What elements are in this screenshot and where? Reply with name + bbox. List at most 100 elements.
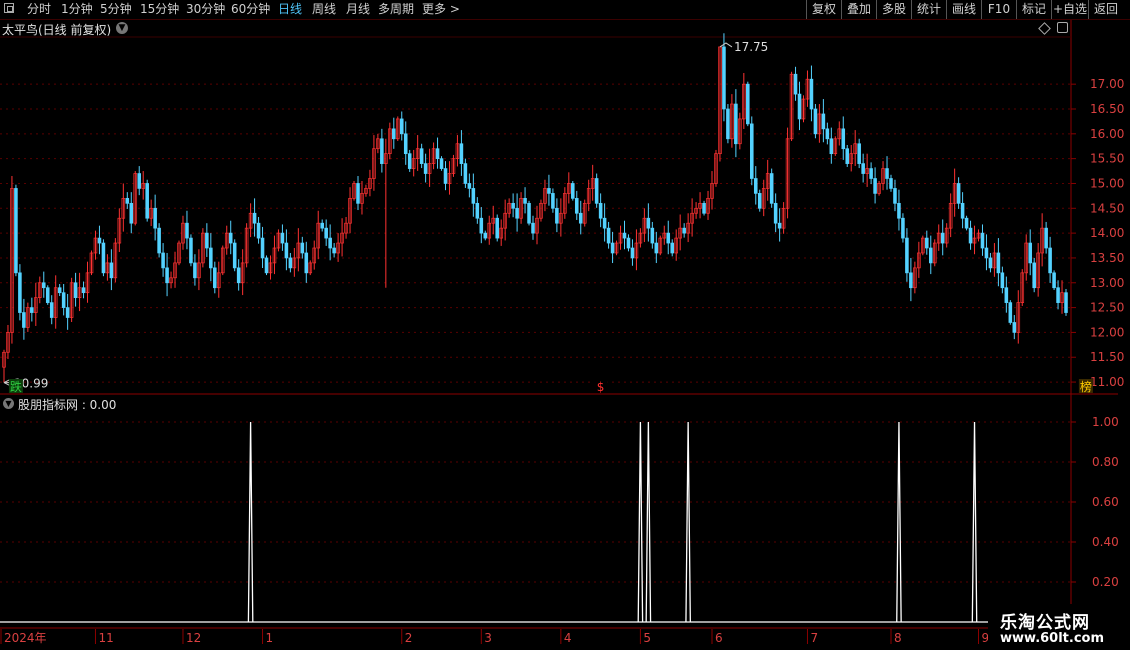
candle-body	[14, 188, 18, 274]
candle-body	[905, 237, 909, 274]
candle-body	[571, 183, 575, 199]
draw-line-button[interactable]: 画线	[946, 0, 981, 19]
candle-body	[328, 237, 332, 249]
candle-body	[511, 202, 515, 209]
period-tab-15min[interactable]: 15分钟	[140, 2, 179, 17]
candle-body	[193, 262, 197, 279]
period-tab-30min[interactable]: 30分钟	[186, 2, 225, 17]
candlestick-series: 17.7510.99	[2, 33, 1068, 391]
candle-body	[594, 178, 599, 204]
period-tab-multi[interactable]: 多周期	[378, 2, 414, 17]
period-tab-5min[interactable]: 5分钟	[100, 2, 132, 17]
period-tab-fenshi[interactable]: 分时	[27, 2, 51, 17]
candle-body	[236, 267, 241, 284]
candle-body	[531, 222, 535, 234]
fuquan-button[interactable]: 复权	[806, 0, 841, 19]
candle-body	[392, 128, 396, 140]
candle-body	[893, 188, 897, 204]
candle-body	[996, 252, 1001, 274]
candle-body	[757, 193, 762, 209]
candle-body	[205, 232, 209, 249]
candle-body	[475, 202, 480, 219]
candle-body	[940, 232, 945, 244]
chevron-down-icon[interactable]: ▼	[116, 22, 128, 34]
time-tick-label: 4	[564, 631, 572, 645]
indicator-title: 股朋指标网 : 0.00	[18, 398, 117, 412]
time-axis: 2024年1112123456789101112123	[0, 629, 1076, 645]
candle-body	[45, 287, 50, 303]
candle-body	[165, 267, 169, 284]
candle-body	[419, 148, 424, 164]
window-icon[interactable]	[4, 3, 14, 13]
candle-body	[304, 252, 309, 274]
period-tab-weekly[interactable]: 周线	[312, 2, 336, 17]
back-button[interactable]: 返回	[1088, 0, 1123, 19]
time-tick-label: 2	[405, 631, 413, 645]
candle-body	[320, 222, 324, 229]
candle-body	[626, 237, 631, 249]
time-tick-label: 6	[715, 631, 723, 645]
candle-body	[97, 237, 102, 244]
candle-body	[622, 232, 627, 239]
candle-body	[1056, 287, 1060, 303]
candle-body	[49, 302, 54, 318]
indicator-spike	[645, 421, 652, 623]
candle-body	[702, 202, 706, 214]
candle-body	[578, 212, 583, 224]
candle-body	[861, 163, 865, 174]
candle-body	[813, 108, 818, 135]
overlay-button[interactable]: 叠加	[841, 0, 876, 19]
grid	[0, 19, 1118, 629]
candle-body	[928, 247, 933, 264]
candle-body	[260, 237, 265, 259]
candle-body	[527, 202, 531, 224]
candle-body	[101, 242, 106, 274]
chevron-down-icon[interactable]: ▼	[3, 398, 14, 409]
time-tick-label: 5	[643, 631, 651, 645]
period-tab-1min[interactable]: 1分钟	[61, 2, 93, 17]
event-marker: 跌	[10, 379, 22, 394]
candle-body	[439, 158, 444, 169]
panel-toggle-icon[interactable]	[1057, 22, 1068, 33]
price-axis: 17.0016.5016.0015.5015.0014.5014.0013.50…	[1071, 77, 1124, 589]
candle-body	[228, 232, 233, 244]
candle-body	[602, 217, 607, 229]
chart-canvas[interactable]: 17.7510.99 17.0016.5016.0015.5015.0014.5…	[0, 0, 1130, 650]
candle-body	[443, 168, 448, 184]
mark-button[interactable]: 标记	[1016, 0, 1051, 19]
candle-body	[841, 128, 846, 150]
candle-body	[65, 307, 70, 318]
candle-body	[356, 183, 360, 204]
candle-body	[988, 257, 993, 269]
candle-body	[682, 227, 686, 234]
candle-body	[574, 198, 579, 214]
candle-body	[288, 257, 293, 269]
candle-body	[81, 287, 86, 294]
candle-body	[829, 138, 834, 155]
time-tick-label: 12	[186, 631, 201, 645]
candle-body	[264, 257, 269, 274]
stats-button[interactable]: 统计	[911, 0, 946, 19]
multi-stock-button[interactable]: 多股	[876, 0, 911, 19]
candle-body	[109, 262, 114, 279]
candle-body	[960, 202, 965, 219]
candle-body	[129, 202, 134, 224]
period-tab-daily[interactable]: 日线	[278, 2, 302, 17]
side-panel-edge[interactable]	[1118, 19, 1130, 609]
candle-body	[73, 282, 78, 299]
candle-body	[324, 227, 328, 239]
more-menu[interactable]: 更多 >	[422, 2, 460, 17]
indicator-spike	[896, 421, 902, 623]
candle-body	[746, 83, 750, 125]
f10-button[interactable]: F10	[981, 0, 1016, 19]
add-watchlist-button[interactable]: +自选	[1051, 0, 1088, 19]
indicator-spike	[637, 421, 644, 623]
candle-body	[726, 108, 730, 140]
period-tab-60min[interactable]: 60分钟	[231, 2, 270, 17]
candle-body	[551, 193, 555, 209]
time-tick-label: 1	[266, 631, 274, 645]
period-tab-monthly[interactable]: 月线	[346, 2, 370, 17]
indicator-tick-label: 0.80	[1092, 455, 1119, 469]
candle-body	[889, 178, 893, 189]
candle-body	[968, 227, 973, 244]
